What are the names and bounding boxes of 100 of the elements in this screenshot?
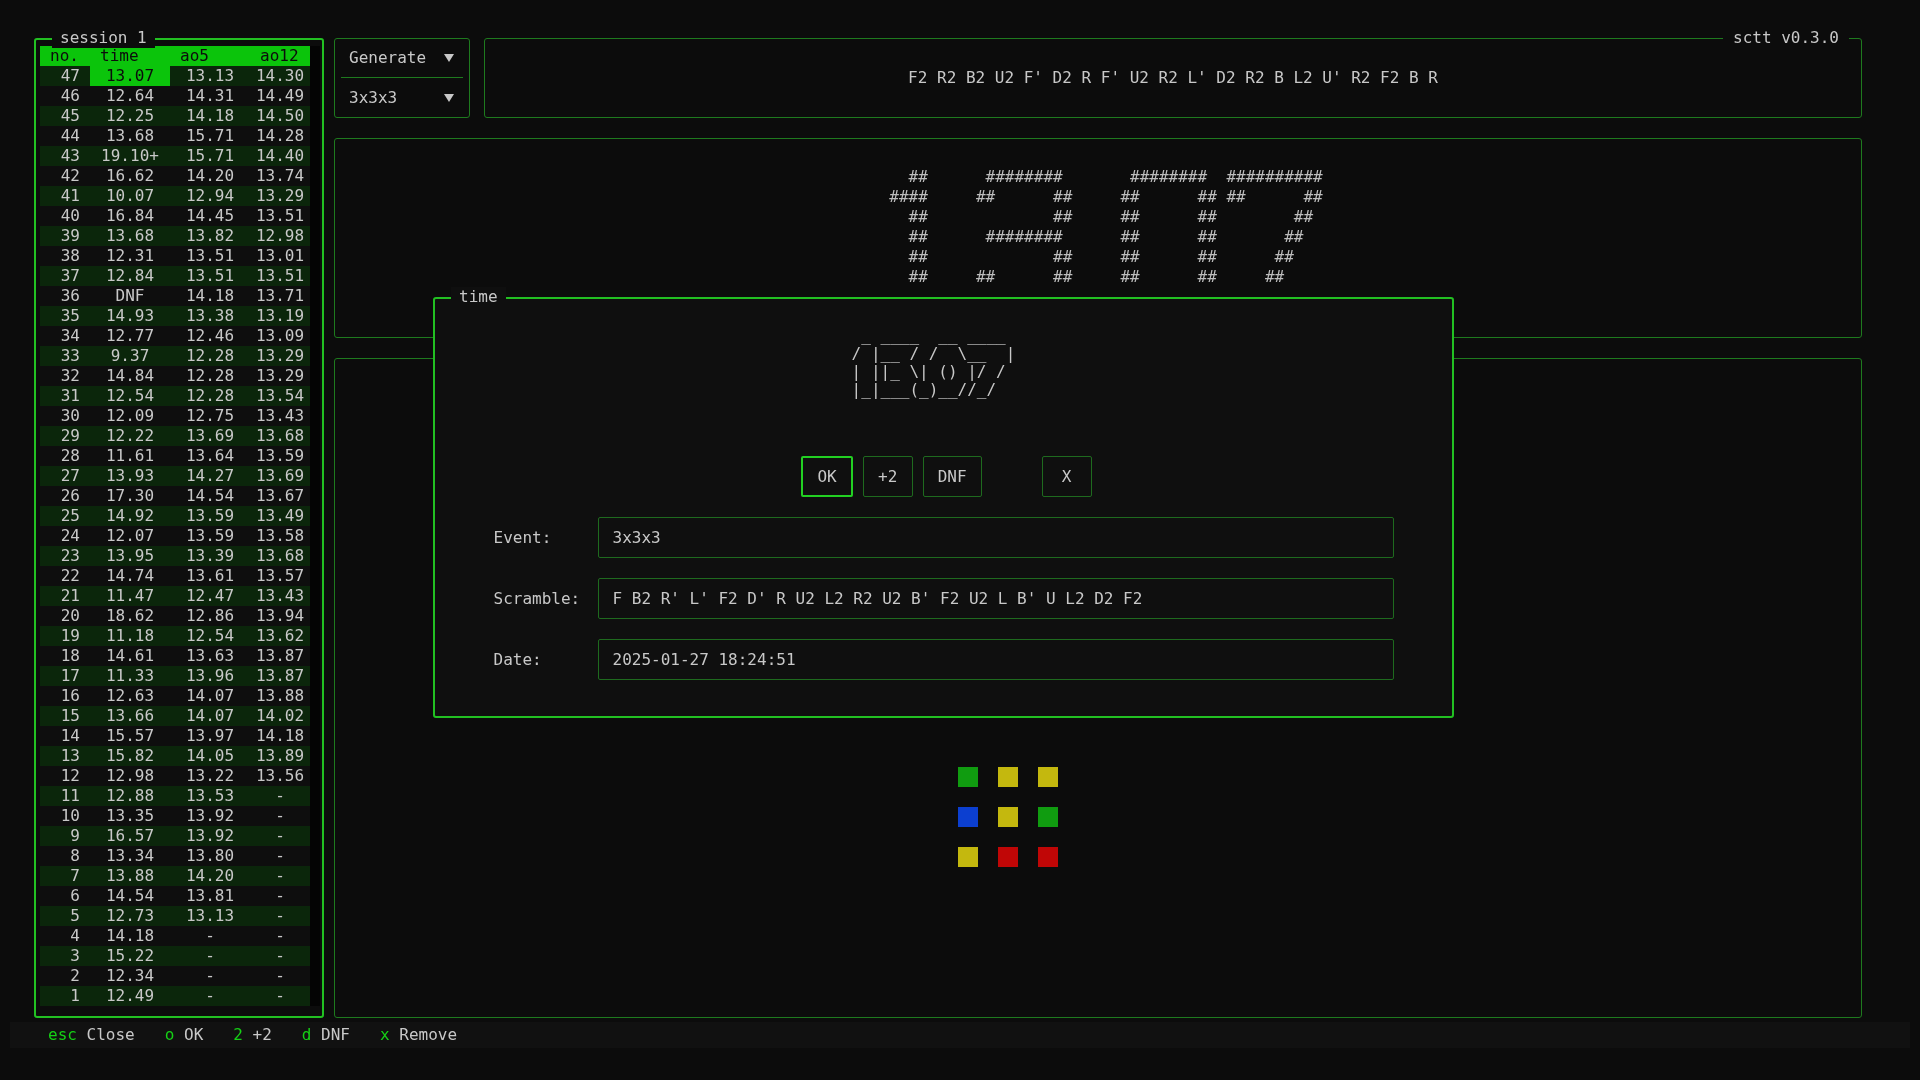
table-row[interactable]: 39 13.68 13.82 12.98 <box>40 226 310 246</box>
table-cell-text: 45 <box>59 106 80 126</box>
table-cell-text: 13.92 <box>184 826 236 846</box>
table-row[interactable]: 11 12.88 13.53 - <box>40 786 310 806</box>
table-cell-text: 13.64 <box>184 446 236 466</box>
table-cell-text: 13.29 <box>254 346 306 366</box>
table-cell-text: 13.87 <box>254 646 306 666</box>
ascii-art-line: / |__ / / \__ | <box>851 345 1016 363</box>
field-label: Event: <box>493 526 553 549</box>
table-cell-text: 13.92 <box>184 806 236 826</box>
table-cell-text: 14.07 <box>184 706 236 726</box>
dialog-button[interactable]: X <box>1041 456 1092 497</box>
table-cell-text: 13.67 <box>254 486 306 506</box>
table-cell-text: 12.73 <box>104 906 156 926</box>
table-cell-text: 13.68 <box>104 126 156 146</box>
table-row[interactable]: 47 13.07 13.13 14.30 <box>40 66 310 86</box>
column-header: time <box>99 46 140 66</box>
table-cell-text: 17.30 <box>104 486 156 506</box>
table-cell-text: 13.13 <box>184 906 236 926</box>
table-row[interactable]: 29 12.22 13.69 13.68 <box>40 426 310 446</box>
table-cell-text: 13.69 <box>184 426 236 446</box>
table-row[interactable]: 33 9.37 12.28 13.29 <box>40 346 310 366</box>
input-field[interactable]: 2025-01-27 18:24:51 <box>597 639 1394 680</box>
table-cell-text: 15.57 <box>104 726 156 746</box>
table-row[interactable]: 3 15.22 - - <box>40 946 310 966</box>
dialog-button[interactable]: +2 <box>862 456 913 497</box>
input-field[interactable]: 3x3x3 <box>597 517 1394 558</box>
table-cell-text: - <box>204 986 216 1006</box>
table-cell-text: 12.63 <box>104 686 156 706</box>
table-cell-text: 13.68 <box>254 546 306 566</box>
table-cell-text: 13.34 <box>104 846 156 866</box>
table-cell-text: 47 <box>59 66 80 86</box>
dropdown[interactable]: Generate <box>341 39 463 78</box>
ascii-art-line: ## ## ## ## ## ## <box>907 267 1286 287</box>
table-row[interactable]: 15 13.66 14.07 14.02 <box>40 706 310 726</box>
dropdown[interactable]: 3x3x3 <box>341 78 463 117</box>
table-cell-text: 13.54 <box>254 386 306 406</box>
table-cell-text: 13.51 <box>254 206 306 226</box>
table-cell-text: - <box>204 926 216 946</box>
table-cell-text: 12.94 <box>184 186 236 206</box>
table-cell-text: 35 <box>59 306 80 326</box>
table-cell-text: 29 <box>59 426 80 446</box>
table-row[interactable]: 13 15.82 14.05 13.89 <box>40 746 310 766</box>
table-row[interactable]: 19 11.18 12.54 13.62 <box>40 626 310 646</box>
table-row[interactable]: 45 12.25 14.18 14.50 <box>40 106 310 126</box>
table-cell-text: 25 <box>59 506 80 526</box>
table-cell-text: 13.56 <box>254 766 306 786</box>
ascii-art-line: ## ######## ######## ########## <box>907 167 1323 187</box>
table-row[interactable]: 23 13.95 13.39 13.68 <box>40 546 310 566</box>
table-cell-text: 14.92 <box>104 506 156 526</box>
table-cell-text: 12.28 <box>184 346 236 366</box>
table-cell-text: 14.30 <box>254 66 306 86</box>
table-cell-text: 11.18 <box>104 626 156 646</box>
table-cell-text: 13.49 <box>254 506 306 526</box>
column-header: ao5 <box>179 46 210 66</box>
table-cell-text: 15.71 <box>184 146 236 166</box>
table-cell-text: 19.10+ <box>100 146 160 166</box>
table-cell-text: 15.82 <box>104 746 156 766</box>
table-cell-text: DNF <box>114 286 146 306</box>
table-row[interactable]: 43 19.10+ 15.71 14.40 <box>40 146 310 166</box>
table-cell-text: 14.93 <box>104 306 156 326</box>
table-row[interactable]: 35 14.93 13.38 13.19 <box>40 306 310 326</box>
table-row[interactable]: 31 12.54 12.28 13.54 <box>40 386 310 406</box>
dialog-button[interactable]: OK <box>801 456 853 497</box>
key-hint: esc Close <box>48 1024 135 1046</box>
table-cell-text: 36 <box>59 286 80 306</box>
table-cell-text: 13.96 <box>184 666 236 686</box>
table-cell-text: 26 <box>59 486 80 506</box>
scramble-text: F2 R2 B2 U2 F' D2 R F' U2 R2 L' D2 R2 B L2 U' R2 F2 B R <box>908 67 1438 89</box>
table-cell-text: 13.01 <box>254 246 306 266</box>
table-row[interactable]: 41 10.07 12.94 13.29 <box>40 186 310 206</box>
table-row[interactable]: 5 12.73 13.13 - <box>40 906 310 926</box>
table-cell-text: 12.84 <box>104 266 156 286</box>
table-cell-text: 3 <box>69 946 80 966</box>
table-cell-text: 13.58 <box>254 526 306 546</box>
table-cell-text: 13.68 <box>104 226 156 246</box>
table-row[interactable]: 17 11.33 13.96 13.87 <box>40 666 310 686</box>
table-cell-text: 14.61 <box>104 646 156 666</box>
dialog-button[interactable]: DNF <box>922 456 982 497</box>
table-cell-text: 38 <box>59 246 80 266</box>
table-cell-text: 12.75 <box>184 406 236 426</box>
table-row[interactable]: 37 12.84 13.51 13.51 <box>40 266 310 286</box>
table-row[interactable]: 7 13.88 14.20 - <box>40 866 310 886</box>
table-cell-text: 13.43 <box>254 586 306 606</box>
table-row[interactable]: 1 12.49 - - <box>40 986 310 1006</box>
table-cell-text: 4 <box>69 926 80 946</box>
table-cell-text: 13.43 <box>254 406 306 426</box>
table-cell-text: 40 <box>59 206 80 226</box>
table-cell-text: - <box>274 826 286 846</box>
table-row[interactable]: 21 11.47 12.47 13.43 <box>40 586 310 606</box>
table-row[interactable]: 25 14.92 13.59 13.49 <box>40 506 310 526</box>
table-cell-text: 13.74 <box>254 166 306 186</box>
input-field[interactable]: F B2 R' L' F2 D' R U2 L2 R2 U2 B' F2 U2 L B' U L2 D2 F2 <box>597 578 1394 619</box>
table-cell-text: 14.07 <box>184 686 236 706</box>
table-cell-text: 14.18 <box>104 926 156 946</box>
table-cell-text: 13.88 <box>254 686 306 706</box>
table-cell-text: 14.05 <box>184 746 236 766</box>
table-row[interactable]: 27 13.93 14.27 13.69 <box>40 466 310 486</box>
table-cell-text: 12.98 <box>254 226 306 246</box>
table-row[interactable]: 9 16.57 13.92 - <box>40 826 310 846</box>
